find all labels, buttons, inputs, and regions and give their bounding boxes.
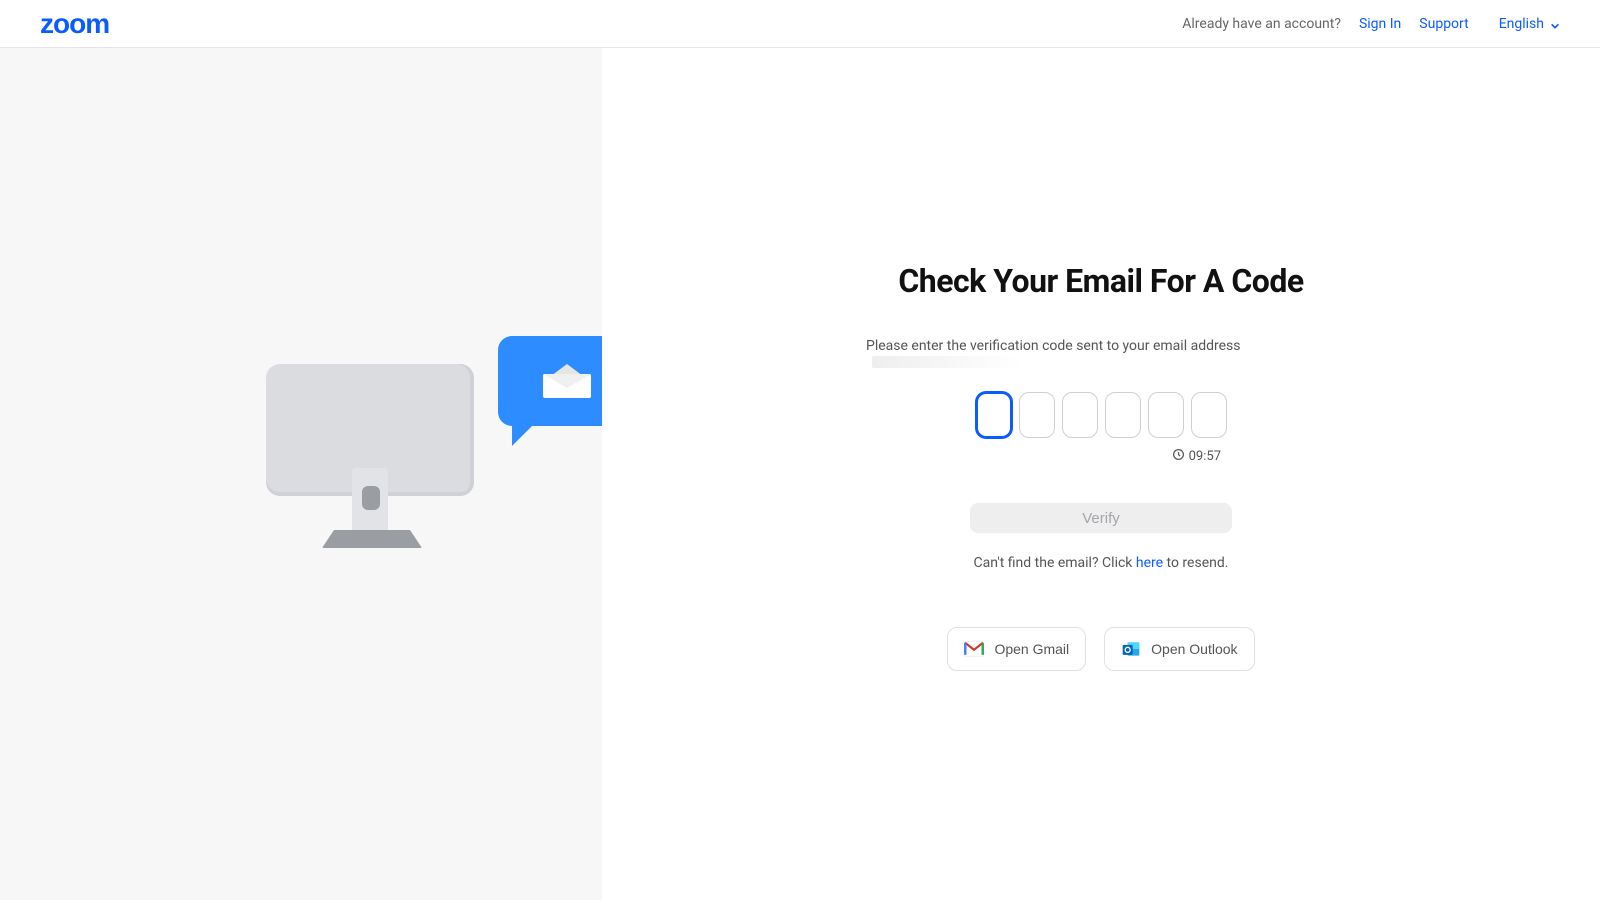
open-gmail-button[interactable]: Open Gmail (947, 627, 1086, 671)
form-pane: Check Your Email For A Code Please enter… (602, 48, 1600, 900)
code-input-row (976, 392, 1227, 438)
verify-button[interactable]: Verify (970, 503, 1232, 533)
main-area: Check Your Email For A Code Please enter… (0, 48, 1600, 900)
code-digit-5[interactable] (1148, 392, 1184, 438)
chevron-down-icon (1550, 19, 1560, 29)
speech-bubble-tail (512, 418, 540, 446)
instruction-label: Please enter the verification code sent … (866, 338, 1240, 354)
masked-email (872, 356, 1022, 368)
speech-bubble-icon (498, 336, 602, 426)
monitor-button (362, 486, 380, 510)
instruction-text: Please enter the verification code sent … (866, 338, 1336, 370)
outlook-icon (1121, 641, 1141, 657)
open-outlook-label: Open Outlook (1151, 641, 1237, 657)
header-right: Already have an account? Sign In Support… (1182, 16, 1560, 32)
account-prompt-text: Already have an account? (1182, 16, 1341, 32)
resend-link[interactable]: here (1136, 555, 1163, 571)
resend-row: Can't find the email? Click here to rese… (974, 555, 1229, 571)
open-mail-row: Open Gmail Open Outlook (947, 627, 1254, 671)
open-gmail-label: Open Gmail (994, 641, 1069, 657)
open-outlook-button[interactable]: Open Outlook (1104, 627, 1254, 671)
sign-in-link[interactable]: Sign In (1359, 16, 1401, 32)
monitor-base (322, 530, 422, 548)
resend-suffix: to resend. (1163, 555, 1228, 571)
code-digit-3[interactable] (1062, 392, 1098, 438)
zoom-logo: zoom (40, 8, 109, 40)
code-digit-1[interactable] (976, 392, 1012, 438)
support-link[interactable]: Support (1419, 16, 1468, 32)
language-label: English (1499, 16, 1544, 32)
envelope-icon (543, 364, 591, 398)
code-digit-2[interactable] (1019, 392, 1055, 438)
language-selector[interactable]: English (1499, 16, 1560, 32)
email-illustration (266, 336, 602, 596)
gmail-icon (964, 641, 984, 657)
clock-icon (1172, 448, 1185, 465)
resend-prefix: Can't find the email? Click (974, 555, 1136, 571)
timer-row: 09:57 (981, 448, 1221, 465)
top-header: zoom Already have an account? Sign In Su… (0, 0, 1600, 48)
code-digit-4[interactable] (1105, 392, 1141, 438)
code-digit-6[interactable] (1191, 392, 1227, 438)
page-title: Check Your Email For A Code (898, 262, 1303, 300)
illustration-pane (0, 48, 602, 900)
timer-value: 09:57 (1189, 449, 1221, 464)
